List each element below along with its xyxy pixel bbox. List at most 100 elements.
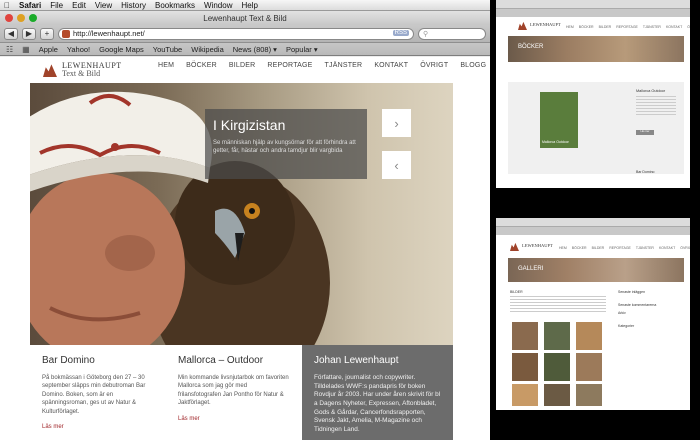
book-icon[interactable]: ☷ <box>6 45 13 54</box>
gallery-thumb <box>576 322 602 350</box>
back-button[interactable]: ◀ <box>4 27 18 40</box>
section-title: BILDER <box>510 290 523 294</box>
bookmarks-bar: ☷ ▦ Apple Yahoo! Google Maps YouTube Wik… <box>0 43 490 56</box>
forward-button[interactable]: ▶ <box>22 27 36 40</box>
banner-title: GALLERI <box>518 266 544 272</box>
favicon-icon <box>62 29 70 38</box>
nav-ovrigt[interactable]: ÖVRIGT <box>420 62 448 69</box>
menu-view[interactable]: View <box>95 1 112 10</box>
close-button[interactable] <box>5 14 13 22</box>
mountain-logo-icon <box>43 64 57 77</box>
gallery-thumb <box>576 384 602 406</box>
site-nav: HEM BÖCKER BILDER REPORTAGE TJÄNSTER KON… <box>158 62 486 69</box>
read-more-link[interactable]: Läs mer <box>42 424 154 430</box>
gallery-thumb <box>576 353 602 381</box>
mini-nav: HEM BÖCKER BILDER REPORTAGE TJÄNSTER KONTAKT Ö… <box>559 246 690 250</box>
mini-nav-item: KONTAKT <box>658 246 676 250</box>
bookmark-google-maps[interactable]: Google Maps <box>99 45 144 54</box>
bookmark-youtube[interactable]: YouTube <box>153 45 182 54</box>
apple-icon[interactable]:  <box>4 1 10 10</box>
books-banner: BÖCKER <box>508 36 684 62</box>
menu-help[interactable]: Help <box>241 1 257 10</box>
gallery-thumb <box>512 353 538 381</box>
site-logo[interactable]: LEWENHAUPT Text & Bild <box>43 62 122 78</box>
forward-icon: ▶ <box>25 29 33 38</box>
mac-menubar:  Safari File Edit View History Bookmark… <box>0 0 490 11</box>
hero-caption: I Kirgizistan Se människan hjälp av kung… <box>205 109 367 179</box>
nav-bocker[interactable]: BÖCKER <box>186 62 217 69</box>
gallery-grid <box>512 322 602 406</box>
mini-nav-item: ÖVRIGT <box>687 25 690 29</box>
mini-nav-item: BILDER <box>598 25 612 29</box>
zoom-button[interactable] <box>29 14 37 22</box>
nav-reportage[interactable]: REPORTAGE <box>267 62 312 69</box>
mountain-logo-icon <box>518 21 527 30</box>
search-field[interactable]: ⚲ <box>418 27 486 40</box>
hero-slideshow: I Kirgizistan Se människan hjälp av kung… <box>30 83 453 345</box>
hero-subtitle: Se människan hjälp av kungsörnar för att… <box>213 140 356 155</box>
gallery-thumb <box>544 384 570 406</box>
next-slide-button[interactable]: › <box>382 109 411 137</box>
menu-file[interactable]: File <box>50 1 63 10</box>
web-page: LEWENHAUPT Text & Bild HEM BÖCKER BILDER… <box>0 57 490 440</box>
nav-tjanster[interactable]: TJÄNSTER <box>325 62 363 69</box>
about-title: Johan Lewenhaupt <box>314 355 399 366</box>
minimize-button[interactable] <box>17 14 25 22</box>
menu-bookmarks[interactable]: Bookmarks <box>155 1 195 10</box>
mini-logo-text: LEWENHAUPT <box>530 22 561 28</box>
side-heading: Senaste inläggen <box>618 290 646 294</box>
read-more-link[interactable]: Läs mer <box>178 416 290 422</box>
logo-line2: Text & Bild <box>62 69 101 78</box>
side-heading: Kategorier <box>618 324 635 328</box>
back-icon: ◀ <box>7 29 15 38</box>
gallery-thumb <box>544 322 570 350</box>
rss-badge[interactable]: RSS <box>392 30 409 36</box>
mini-nav-item: BÖCKER <box>571 246 587 250</box>
menu-history[interactable]: History <box>121 1 146 10</box>
mini-logo: LEWENHAUPT <box>518 21 561 30</box>
book-cover-title: Mallorca Outdoor <box>542 140 569 144</box>
address-bar[interactable]: http://lewenhaupt.net/ RSS <box>58 27 414 40</box>
about-text: Författare, journalist och copywriter. T… <box>314 374 441 433</box>
nav-hem[interactable]: HEM <box>158 62 174 69</box>
nav-blogg[interactable]: BLOGG <box>460 62 486 69</box>
mini-nav-item: HEM <box>566 25 574 29</box>
gallery-thumb <box>544 353 570 381</box>
bookmark-apple[interactable]: Apple <box>39 45 58 54</box>
bookmark-wikipedia[interactable]: Wikipedia <box>191 45 224 54</box>
teaser-mallorca: Mallorca – Outdoor Min kommande livsnjut… <box>166 345 302 440</box>
plus-icon: + <box>44 29 50 38</box>
grid-icon[interactable]: ▦ <box>22 45 30 54</box>
teaser-title[interactable]: Mallorca – Outdoor <box>178 355 290 366</box>
window-title: Lewenhaupt Text & Bild <box>203 13 287 23</box>
mini-nav-item: BILDER <box>591 246 605 250</box>
gallery-thumb <box>512 322 538 350</box>
thumbnail-gallery-page: LEWENHAUPT HEM BÖCKER BILDER REPORTAGE TJÄNS… <box>496 218 690 410</box>
mini-logo: LEWENHAUPT <box>510 242 553 251</box>
bookmark-popular[interactable]: Popular ▾ <box>286 45 318 54</box>
side-title: Bar Domino <box>636 170 655 174</box>
mini-nav-item: TJÄNSTER <box>642 25 661 29</box>
side-heading: Arkiv <box>618 311 626 315</box>
nav-kontakt[interactable]: KONTAKT <box>374 62 408 69</box>
mini-nav-item: TJÄNSTER <box>635 246 654 250</box>
menu-safari[interactable]: Safari <box>19 1 41 10</box>
mini-nav-item: BÖCKER <box>578 25 594 29</box>
book-cover-image: Mallorca Outdoor <box>540 92 578 148</box>
teaser-columns: Bar Domino På bokmässan i Göteborg den 2… <box>30 345 453 440</box>
menu-edit[interactable]: Edit <box>72 1 86 10</box>
read-more-button: Läs mer <box>636 130 654 135</box>
add-bookmark-button[interactable]: + <box>40 27 54 40</box>
teaser-bar-domino: Bar Domino På bokmässan i Göteborg den 2… <box>30 345 166 440</box>
teaser-about: Johan Lewenhaupt Författare, journalist … <box>302 345 453 440</box>
bookmark-yahoo[interactable]: Yahoo! <box>67 45 90 54</box>
teaser-title[interactable]: Bar Domino <box>42 355 154 366</box>
browser-window:  Safari File Edit View History Bookmark… <box>0 0 490 440</box>
prev-slide-button[interactable]: ‹ <box>382 151 411 179</box>
bookmark-news[interactable]: News (808) ▾ <box>233 45 277 54</box>
mini-nav-item: ÖVRIGT <box>680 246 690 250</box>
menu-window[interactable]: Window <box>204 1 232 10</box>
browser-toolbar: ◀ ▶ + http://lewenhaupt.net/ RSS ⚲ <box>0 25 490 43</box>
gallery-thumb <box>512 384 538 406</box>
nav-bilder[interactable]: BILDER <box>229 62 256 69</box>
